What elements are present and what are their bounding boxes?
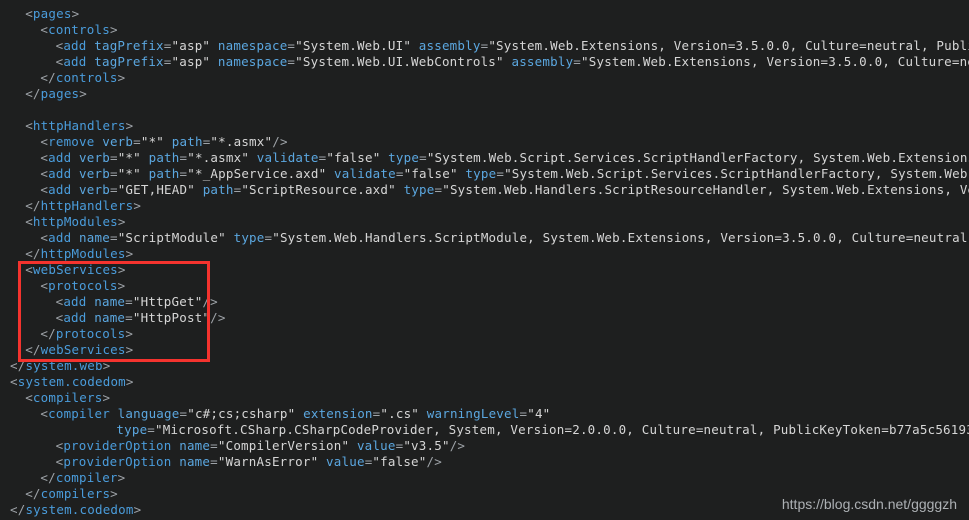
code-line: <providerOption name="WarnAsError" value… [55,454,442,469]
code-line: <httpModules> [25,214,126,229]
code-line: <add verb="*" path="*.asmx" validate="fa… [40,150,969,165]
code-line: <add tagPrefix="asp" namespace="System.W… [55,54,969,69]
code-line: <protocols> [40,278,126,293]
code-line: <add verb="GET,HEAD" path="ScriptResourc… [40,182,969,197]
code-line: <pages> [25,6,80,21]
code-line: </httpHandlers> [25,198,142,213]
code-line: type="Microsoft.CSharp.CSharpCodeProvide… [116,422,969,437]
code-line: <compiler language="c#;cs;csharp" extens… [40,406,551,421]
code-line: <webServices> [25,262,126,277]
code-line: <controls> [40,22,118,37]
xml-code-view[interactable]: <pages> <controls> <add tagPrefix="asp" na… [0,0,969,520]
code-line: </webServices> [25,342,134,357]
code-line: </protocols> [40,326,134,341]
code-line: <add tagPrefix="asp" namespace="System.W… [55,38,969,53]
code-line: </controls> [40,70,126,85]
code-line: <remove verb="*" path="*.asmx"/> [40,134,288,149]
code-line: <add verb="*" path="*_AppService.axd" va… [40,166,969,181]
code-line: </httpModules> [25,246,134,261]
code-line: <httpHandlers> [25,118,134,133]
code-line: </pages> [25,86,88,101]
code-line: <add name="HttpPost"/> [55,310,226,325]
code-line: <providerOption name="CompilerVersion" v… [55,438,466,453]
code-line: <compilers> [25,390,111,405]
code-line: <system.codedom> [10,374,134,389]
code-line: <add name="ScriptModule" type="System.We… [40,230,969,245]
code-line: </system.web> [10,358,111,373]
code-line: </compiler> [40,470,126,485]
code-line: <add name="HttpGet"/> [55,294,218,309]
code-editor-screenshot: <pages> <controls> <add tagPrefix="asp" na… [0,0,969,520]
watermark-text: https://blog.csdn.net/ggggzh [781,496,957,512]
